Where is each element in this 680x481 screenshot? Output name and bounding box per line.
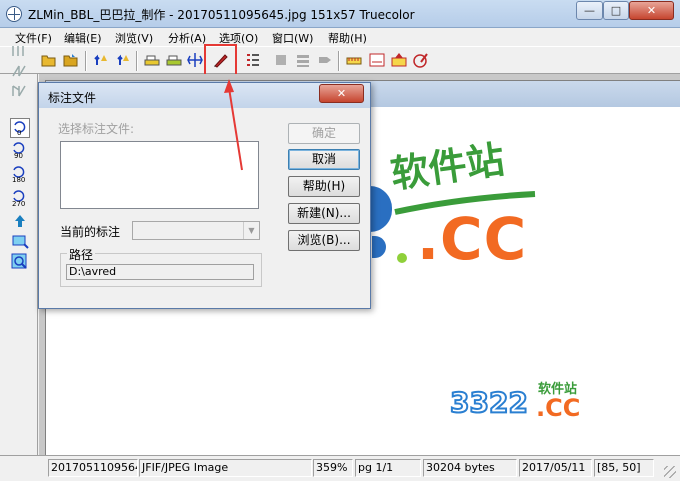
gray-shape-icon[interactable]: [317, 52, 333, 68]
select-rect-icon[interactable]: [10, 232, 30, 252]
gray-square-icon[interactable]: [273, 52, 289, 68]
rotate-90-icon[interactable]: 90: [10, 140, 30, 160]
rotate-270-icon[interactable]: 270: [10, 188, 30, 208]
open-folder-icon[interactable]: [41, 52, 57, 68]
left-toolbar: 0 90 180 270: [0, 46, 38, 455]
status-filename: 2017051109564: [48, 459, 138, 477]
scanner-icon[interactable]: [144, 52, 160, 68]
current-annotation-combo[interactable]: ▼: [132, 221, 260, 240]
select-file-label: 选择标注文件:: [58, 122, 135, 136]
status-bar: 2017051109564 JFIF/JPEG Image 359% pg 1/…: [0, 455, 680, 481]
window-title: ZLMin_BBL_巴巴拉_制作 - 20170511095645.jpg 15…: [28, 8, 415, 22]
dialog-body: 选择标注文件: 当前的标注 ▼ 路径 D:\avred 确定 取消 帮助(H) …: [44, 110, 365, 304]
path-value: D:\avred: [66, 264, 254, 280]
ruler-alt-icon[interactable]: [369, 52, 385, 68]
browse-button[interactable]: 浏览(B)...: [288, 230, 360, 251]
rotate-270-label: 270: [12, 200, 25, 208]
status-coords: [85, 50]: [594, 459, 654, 477]
open-folder-alt-icon[interactable]: [63, 52, 79, 68]
watermark-number: 3322: [449, 385, 529, 420]
rotate-0-icon[interactable]: 0: [10, 118, 30, 138]
ruler-icon[interactable]: [346, 52, 362, 68]
resize-grip[interactable]: [664, 466, 676, 478]
logo-cc-text: .CC: [417, 205, 528, 273]
annotation-highlight-box: [204, 44, 237, 76]
ruler-warn-icon[interactable]: [391, 52, 407, 68]
logo-green-dot: [397, 253, 407, 263]
dialog-title: 标注文件: [48, 91, 97, 105]
rotate-90-label: 90: [14, 152, 23, 160]
annotation-file-dialog: 标注文件 ✕ 选择标注文件: 当前的标注 ▼ 路径 D:\avred 确定 取消…: [38, 82, 371, 309]
status-page: pg 1/1: [355, 459, 421, 477]
new-button[interactable]: 新建(N)...: [288, 203, 360, 224]
path-groupbox: 路径 D:\avred: [60, 246, 262, 287]
annotation-file-list[interactable]: [60, 141, 259, 209]
dialog-close-button[interactable]: ✕: [319, 84, 364, 103]
rotate-0-label: 0: [17, 129, 21, 137]
toolbar-separator: [136, 51, 138, 71]
rotate-180-label: 180: [12, 176, 25, 184]
rotate-180-icon[interactable]: 180: [10, 164, 30, 184]
menu-help[interactable]: 帮助(H): [328, 30, 367, 46]
status-zoom: 359%: [313, 459, 353, 477]
flip-icon[interactable]: [94, 52, 110, 68]
ok-button[interactable]: 确定: [288, 123, 360, 144]
list-icon[interactable]: [245, 52, 261, 68]
app-icon[interactable]: [6, 6, 22, 22]
edit-round-icon[interactable]: [413, 52, 429, 68]
watermark-cc: .CC: [536, 394, 581, 422]
scanner-alt-icon[interactable]: [166, 52, 182, 68]
menu-bar: 文件(F) 编辑(E) 浏览(V) 分析(A) 选项(O) 窗口(W) 帮助(H…: [0, 28, 680, 46]
gray-stack-icon[interactable]: [295, 52, 311, 68]
mirror-d-icon[interactable]: [10, 84, 30, 98]
zoom-icon[interactable]: [10, 252, 30, 272]
toolbar-separator: [85, 51, 87, 71]
title-bar: ZLMin_BBL_巴巴拉_制作 - 20170511095645.jpg 15…: [0, 0, 680, 28]
resize-icon[interactable]: [187, 52, 203, 68]
chevron-down-icon[interactable]: ▼: [243, 222, 259, 239]
status-filesize: 30204 bytes: [423, 459, 517, 477]
menu-window[interactable]: 窗口(W): [272, 30, 313, 46]
minimize-button[interactable]: —: [576, 1, 603, 20]
current-annotation-label: 当前的标注: [60, 225, 121, 239]
maximize-button[interactable]: □: [603, 1, 629, 20]
cancel-button[interactable]: 取消: [288, 149, 360, 170]
menu-edit[interactable]: 编辑(E): [64, 30, 102, 46]
mirror-h-icon[interactable]: [10, 44, 30, 58]
menu-view[interactable]: 浏览(V): [115, 30, 153, 46]
dialog-title-bar: 标注文件 ✕: [39, 83, 370, 108]
path-group-label: 路径: [67, 246, 96, 263]
status-filetype: JFIF/JPEG Image: [139, 459, 312, 477]
help-button[interactable]: 帮助(H): [288, 176, 360, 197]
status-date: 2017/05/11: [519, 459, 592, 477]
mirror-v-icon[interactable]: [10, 64, 30, 78]
toolbar: [0, 46, 680, 74]
flip-alt-icon[interactable]: [115, 52, 131, 68]
close-button[interactable]: ✕: [629, 1, 674, 20]
menu-analyze[interactable]: 分析(A): [168, 30, 206, 46]
move-icon[interactable]: [10, 212, 30, 232]
toolbar-separator: [338, 51, 340, 71]
